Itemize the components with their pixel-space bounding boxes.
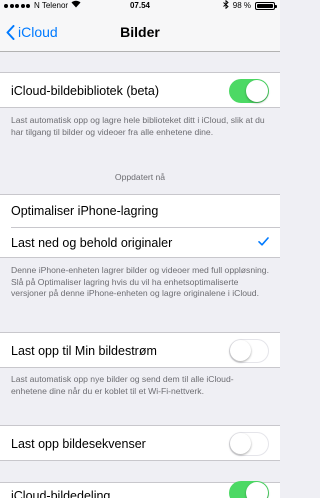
library-footer: Last automatisk opp og lagre hele biblio… xyxy=(11,115,265,137)
photostream-toggle[interactable] xyxy=(229,339,269,363)
option-optimize-label: Optimaliser iPhone-lagring xyxy=(11,204,159,218)
option-keep-label: Last ned og behold originaler xyxy=(11,236,173,250)
photostream-footer: Last automatisk opp nye bilder og send d… xyxy=(11,374,234,396)
sharing-label: iCloud-bildedeling xyxy=(11,489,111,498)
option-optimize-storage[interactable]: Optimaliser iPhone-lagring xyxy=(0,195,280,227)
storage-footer: Denne iPhone-enheten lagrer bilder og vi… xyxy=(11,265,269,298)
checkmark-icon xyxy=(258,237,269,246)
sharing-row: iCloud-bildedeling xyxy=(0,481,280,498)
status-right: 98 % xyxy=(222,0,277,13)
navigation-bar: iCloud Bilder xyxy=(0,12,280,52)
library-row: iCloud-bildebibliotek (beta) xyxy=(0,72,280,108)
battery-percent: 98 % xyxy=(232,1,251,10)
library-status: Oppdatert nå xyxy=(114,172,166,182)
battery-level-fill xyxy=(257,4,273,8)
status-bar: N Telenor 07.54 98 % xyxy=(0,0,280,12)
storage-options-group: Optimaliser iPhone-lagring Last ned og b… xyxy=(0,194,280,258)
library-toggle[interactable] xyxy=(229,79,269,103)
bluetooth-icon xyxy=(222,0,229,13)
page-title: Bilder xyxy=(120,24,160,40)
sharing-toggle[interactable] xyxy=(229,481,269,498)
photostream-row: Last opp til Min bildestrøm xyxy=(0,332,280,368)
option-keep-originals[interactable]: Last ned og behold originaler xyxy=(0,227,280,259)
burst-row: Last opp bildesekvenser xyxy=(0,425,280,461)
burst-toggle[interactable] xyxy=(229,432,269,456)
burst-label: Last opp bildesekvenser xyxy=(11,437,146,451)
photostream-label: Last opp til Min bildestrøm xyxy=(11,344,157,358)
battery-icon xyxy=(255,2,277,10)
library-label: iCloud-bildebibliotek (beta) xyxy=(11,84,159,98)
